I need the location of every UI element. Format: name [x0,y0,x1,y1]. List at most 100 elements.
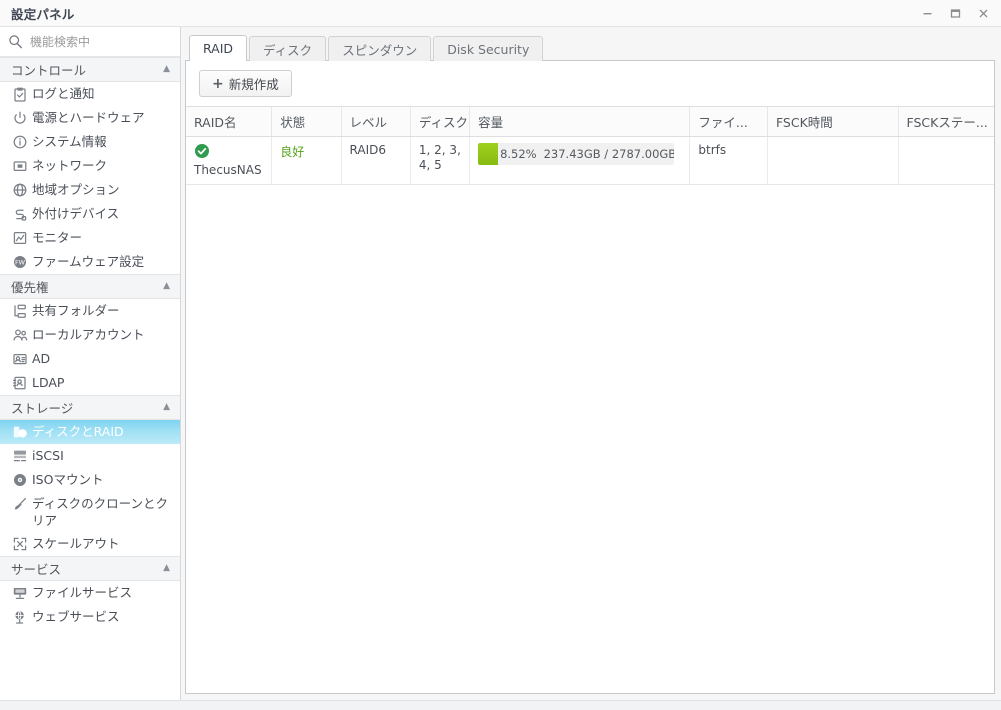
status-ok-icon [195,144,209,158]
power-icon [13,111,26,124]
sidebar-section-header[interactable]: サービス ▲ [0,556,180,581]
sidebar-item-label: ディスクとRAID [32,424,124,439]
sidebar-item-label: ISOマウント [32,472,104,487]
sidebar-item-label: 電源とハードウェア [32,110,145,125]
column-header[interactable]: 状態 [271,106,342,137]
address-book-icon [9,374,30,391]
sidebar-item-label: システム情報 [32,134,107,149]
disk-raid-icon [9,423,30,440]
svg-text:FW: FW [15,258,26,266]
raid-table-header-row: RAID名 状態 レベル ディスク 容量 ファイ... FSCK時間 FSCKステー... [186,106,994,137]
sidebar-item-共有フォルダー[interactable]: 共有フォルダー [0,299,180,323]
web-service-icon [9,608,30,625]
sidebar-item-label: iSCSI [32,448,64,463]
caret-up-icon[interactable]: ▲ [163,564,170,573]
sidebar-item-iSCSI[interactable]: iSCSI [0,444,180,468]
cell-fsck-status [898,136,994,185]
firmware-icon: FW [9,253,30,270]
raid-name-text: ThecusNAS [194,163,262,177]
tab-RAID[interactable]: RAID [189,35,248,61]
globe-icon [9,181,30,198]
sidebar-item-ログと通知[interactable]: ログと通知 [0,82,180,106]
sidebar-item-ネットワーク[interactable]: ネットワーク [0,154,180,178]
sidebar-item-ファイルサービス[interactable]: ファイルサービス [0,581,180,605]
sidebar-section-header[interactable]: 優先権 ▲ [0,274,180,299]
sidebar-item-ウェブサービス[interactable]: ウェブサービス [0,605,180,629]
chart-line-icon [9,229,30,246]
sidebar-section-label: ストレージ [11,401,74,416]
sidebar-item-ディスクとRAID[interactable]: ディスクとRAID [0,420,180,444]
sidebar-item-地域オプション[interactable]: 地域オプション [0,178,180,202]
sidebar-section-label: コントロール [11,63,87,78]
column-header[interactable]: ファイ... [689,106,768,137]
network-port-icon [9,157,30,174]
sidebar-nav: コントロール ▲ ログと通知電源とハードウェア システム情報ネットワーク地域オプション… [0,57,180,629]
maximize-button[interactable] [941,0,969,27]
close-button[interactable] [969,0,997,27]
close-icon [979,9,987,18]
sidebar-section-header[interactable]: コントロール ▲ [0,57,180,82]
sidebar-item-ローカルアカウント[interactable]: ローカルアカウント [0,323,180,347]
web-service-icon [14,610,24,624]
cell-status: 良好 [271,136,342,185]
column-header[interactable]: RAID名 [186,106,273,137]
tab-ディスク[interactable]: ディスク [249,36,327,61]
column-header[interactable]: FSCK時間 [767,106,899,137]
caret-up-icon[interactable]: ▲ [163,403,170,412]
table-row[interactable]: ThecusNAS 良好 RAID6 1, 2, 3, 4, 5 8.52% 237.43… [186,136,994,185]
tab-strip: RAID ディスク スピンダウン Disk Security [185,34,995,61]
window-controls [913,0,997,27]
expand-icon [13,537,26,550]
column-header[interactable]: FSCKステー... [898,106,994,137]
sidebar-item-label: スケールアウト [32,536,120,551]
sidebar-item-label: 共有フォルダー [32,303,120,318]
sidebar-item-外付けデバイス[interactable]: 外付けデバイス [0,202,180,226]
sidebar-item-label: 地域オプション [32,182,120,197]
search-input[interactable] [28,33,168,50]
sidebar-item-スケールアウト[interactable]: スケールアウト [0,532,180,556]
raid-panel: + 新規作成 RAID名 状態 レベル ディスク 容量 ファイ... FSCK時間 FSCKス… [185,60,995,694]
folder-tree-icon [13,304,26,318]
users-icon [12,328,27,340]
chart-line-icon [13,231,26,244]
sidebar-section-label: 優先権 [11,280,49,295]
sidebar-section-label: サービス [11,562,62,577]
tab-スピンダウン[interactable]: スピンダウン [328,36,432,61]
column-header[interactable]: レベル [341,106,411,137]
sidebar-item-電源とハードウェア[interactable]: 電源とハードウェア [0,106,180,130]
sidebar-item-label: ファイルサービス [32,585,133,600]
caret-up-icon[interactable]: ▲ [163,65,170,74]
sidebar-item-ディスクのクローンとクリア[interactable]: ディスクのクローンとクリア [0,492,180,532]
disc-icon [9,471,30,488]
sidebar-section-header[interactable]: ストレージ ▲ [0,395,180,420]
tab-label: ディスク [263,42,313,58]
sidebar-item-AD[interactable]: AD [0,347,180,371]
cell-filesystem: btrfs [689,136,768,185]
content-area: RAID ディスク スピンダウン Disk Security + 新規作成 RAID名… [181,27,1001,700]
tab-Disk-Security[interactable]: Disk Security [433,36,544,61]
sidebar-item-モニター[interactable]: モニター [0,226,180,250]
sidebar-item-label: 外付けデバイス [32,206,120,221]
id-card-icon [9,350,30,367]
power-icon [9,109,30,126]
sidebar-item-label: ファームウェア設定 [32,254,145,269]
search-row[interactable] [0,27,180,57]
sidebar-item-ファームウェア設定[interactable]: FW ファームウェア設定 [0,250,180,274]
disc-icon [13,473,26,486]
status-badge: 良好 [280,145,305,159]
column-header[interactable]: ディスク [410,106,471,137]
broom-icon [9,495,30,512]
caret-up-icon[interactable]: ▲ [163,282,170,291]
create-raid-button[interactable]: + 新規作成 [199,70,292,97]
window-title: 設定パネル [11,6,75,22]
sidebar-item-LDAP[interactable]: LDAP [0,371,180,395]
minimize-button[interactable] [913,0,941,27]
capacity-progress-bar: 8.52% 237.43GB / 2787.00GB [478,143,675,165]
column-header[interactable]: 容量 [469,106,691,137]
sidebar-item-システム情報[interactable]: システム情報 [0,130,180,154]
firmware-icon: FW [13,255,26,268]
info-circle-icon [13,135,26,148]
sidebar-item-ISOマウント[interactable]: ISOマウント [0,468,180,492]
clipboard-check-icon [13,87,26,102]
tab-label: RAID [203,41,234,56]
